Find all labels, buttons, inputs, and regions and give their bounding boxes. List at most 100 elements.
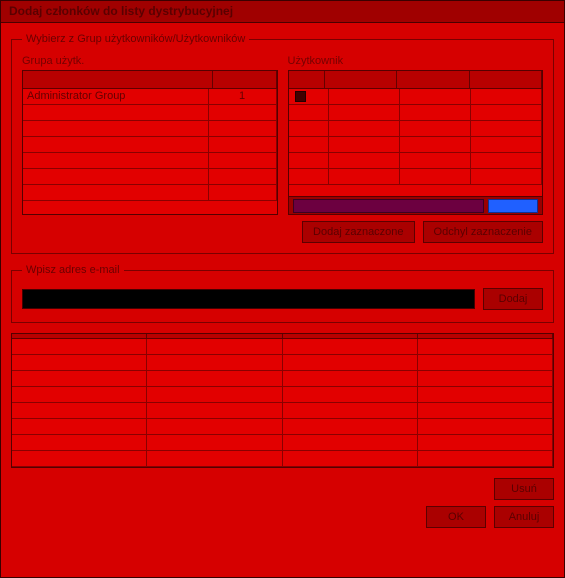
user-cell bbox=[471, 169, 542, 184]
users-grid-navigator[interactable] bbox=[289, 196, 543, 214]
group-name-cell bbox=[23, 169, 209, 184]
user-check-cell[interactable] bbox=[289, 89, 329, 104]
group-count-cell bbox=[209, 153, 277, 168]
member-cell bbox=[283, 371, 418, 386]
table-row[interactable] bbox=[12, 435, 553, 451]
user-cell bbox=[329, 121, 400, 136]
user-cell bbox=[400, 169, 471, 184]
user-cell bbox=[329, 137, 400, 152]
group-name-cell: Administrator Group bbox=[23, 89, 209, 104]
users-grid[interactable] bbox=[288, 70, 544, 215]
table-row[interactable] bbox=[12, 403, 553, 419]
group-count-cell bbox=[209, 185, 277, 200]
member-cell bbox=[147, 355, 282, 370]
group-count-cell: 1 bbox=[209, 89, 277, 104]
member-cell bbox=[283, 387, 418, 402]
user-check-cell[interactable] bbox=[289, 121, 329, 136]
table-row[interactable] bbox=[289, 137, 543, 153]
cancel-button[interactable]: Anuluj bbox=[494, 506, 554, 528]
members-grid[interactable] bbox=[11, 333, 554, 468]
ok-button[interactable]: OK bbox=[426, 506, 486, 528]
table-row[interactable] bbox=[12, 371, 553, 387]
user-cell bbox=[400, 137, 471, 152]
select-users-group: Wybierz z Grup użytkowników/Użytkowników… bbox=[11, 33, 554, 254]
group-name-cell bbox=[23, 121, 209, 136]
email-add-button[interactable]: Dodaj bbox=[483, 288, 543, 310]
table-row[interactable] bbox=[23, 185, 277, 201]
table-row[interactable] bbox=[289, 121, 543, 137]
user-check-cell[interactable] bbox=[289, 153, 329, 168]
member-cell bbox=[12, 451, 147, 466]
select-users-legend: Wybierz z Grup użytkowników/Użytkowników bbox=[22, 33, 249, 45]
member-cell bbox=[12, 403, 147, 418]
title-bar: Dodaj członków do listy dystrybucyjnej bbox=[1, 1, 564, 23]
member-cell bbox=[12, 355, 147, 370]
member-cell bbox=[147, 403, 282, 418]
user-cell bbox=[329, 153, 400, 168]
user-cell bbox=[471, 89, 542, 104]
member-cell bbox=[283, 451, 418, 466]
groups-grid-header bbox=[23, 71, 277, 89]
table-row[interactable] bbox=[23, 169, 277, 185]
table-row[interactable] bbox=[12, 387, 553, 403]
table-row[interactable] bbox=[289, 153, 543, 169]
table-row[interactable] bbox=[12, 451, 553, 467]
user-check-cell[interactable] bbox=[289, 105, 329, 120]
table-row[interactable] bbox=[289, 169, 543, 185]
checkbox-icon[interactable] bbox=[295, 91, 306, 102]
dialog-button-bar: Usuń OK Anuluj bbox=[11, 478, 554, 528]
member-cell bbox=[283, 419, 418, 434]
group-count-cell bbox=[209, 169, 277, 184]
user-cell bbox=[471, 105, 542, 120]
member-cell bbox=[12, 387, 147, 402]
group-name-cell bbox=[23, 105, 209, 120]
clear-selection-button[interactable]: Odchyl zaznaczenie bbox=[423, 221, 543, 243]
delete-button[interactable]: Usuń bbox=[494, 478, 554, 500]
member-cell bbox=[418, 419, 553, 434]
table-row[interactable] bbox=[23, 153, 277, 169]
user-cell bbox=[471, 121, 542, 136]
user-cell bbox=[329, 89, 400, 104]
table-row[interactable] bbox=[23, 105, 277, 121]
users-grid-header bbox=[289, 71, 543, 89]
member-cell bbox=[418, 339, 553, 354]
user-cell bbox=[471, 153, 542, 168]
table-row[interactable] bbox=[23, 137, 277, 153]
table-row[interactable]: Administrator Group1 bbox=[23, 89, 277, 105]
member-cell bbox=[147, 371, 282, 386]
user-check-cell[interactable] bbox=[289, 169, 329, 184]
dialog-body: Wybierz z Grup użytkowników/Użytkowników… bbox=[1, 23, 564, 577]
user-check-cell[interactable] bbox=[289, 137, 329, 152]
member-cell bbox=[418, 355, 553, 370]
user-cell bbox=[329, 169, 400, 184]
member-cell bbox=[147, 387, 282, 402]
groups-label: Grupa użytk. bbox=[22, 55, 278, 67]
member-cell bbox=[12, 339, 147, 354]
table-row[interactable] bbox=[289, 105, 543, 121]
navigator-track[interactable] bbox=[293, 199, 485, 213]
member-cell bbox=[12, 419, 147, 434]
member-cell bbox=[147, 451, 282, 466]
member-cell bbox=[283, 355, 418, 370]
group-name-cell bbox=[23, 185, 209, 200]
users-label: Użytkownik bbox=[288, 55, 544, 67]
table-row[interactable] bbox=[12, 355, 553, 371]
member-cell bbox=[418, 387, 553, 402]
table-row[interactable] bbox=[12, 339, 553, 355]
member-cell bbox=[283, 403, 418, 418]
navigator-selector[interactable] bbox=[488, 199, 538, 213]
group-count-cell bbox=[209, 105, 277, 120]
member-cell bbox=[12, 435, 147, 450]
table-row[interactable] bbox=[12, 419, 553, 435]
add-selected-button[interactable]: Dodaj zaznaczone bbox=[302, 221, 415, 243]
email-input[interactable] bbox=[22, 289, 475, 309]
user-cell bbox=[329, 105, 400, 120]
member-cell bbox=[418, 371, 553, 386]
member-cell bbox=[418, 435, 553, 450]
group-count-cell bbox=[209, 137, 277, 152]
groups-grid[interactable]: Administrator Group1 bbox=[22, 70, 278, 215]
group-name-cell bbox=[23, 153, 209, 168]
user-cell bbox=[471, 137, 542, 152]
table-row[interactable] bbox=[289, 89, 543, 105]
table-row[interactable] bbox=[23, 121, 277, 137]
